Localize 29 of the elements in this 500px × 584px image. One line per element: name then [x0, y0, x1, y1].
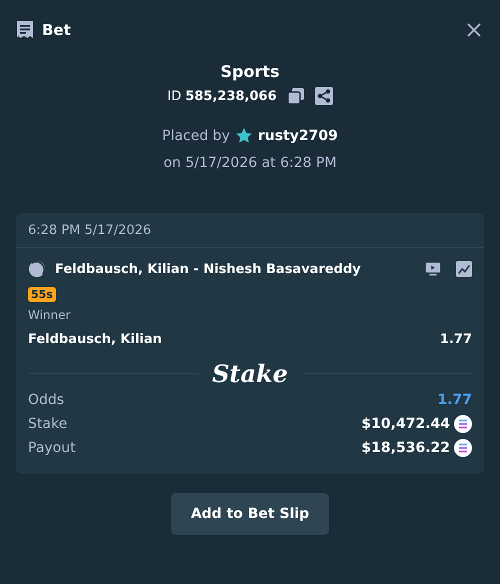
- summary-value: 1.77: [437, 392, 472, 408]
- event-name[interactable]: Feldbausch, Kilian - Nishesh Basavareddy: [55, 262, 410, 276]
- copy-icon[interactable]: [286, 87, 305, 105]
- bet-time: 6:28 PM 5/17/2026: [16, 213, 484, 248]
- market-name: Winner: [28, 308, 72, 322]
- selection-odds: 1.77: [440, 332, 472, 347]
- coin-icon: [454, 415, 472, 433]
- receipt-icon: [16, 20, 34, 40]
- add-to-bet-slip-button[interactable]: Add to Bet Slip: [170, 493, 330, 535]
- dialog-title: Bet: [42, 21, 72, 39]
- selection-name: Feldbausch, Kilian: [28, 332, 162, 347]
- star-icon: [234, 127, 253, 145]
- coin-icon: [454, 439, 472, 457]
- chart-icon[interactable]: [456, 261, 472, 277]
- summary-value: $10,472.44: [361, 416, 450, 432]
- bet-id: ID 585,238,066: [167, 88, 277, 104]
- share-icon[interactable]: [314, 87, 333, 105]
- summary-label: Stake: [28, 416, 68, 432]
- placed-by-label: Placed by: [162, 128, 230, 144]
- brand-logo: Stake: [212, 359, 288, 388]
- video-icon[interactable]: [425, 261, 441, 277]
- username[interactable]: rusty2709: [258, 128, 338, 144]
- close-icon[interactable]: [466, 22, 482, 38]
- summary-label: Payout: [28, 440, 76, 456]
- live-badge: 55s: [28, 287, 56, 302]
- summary-value: $18,536.22: [361, 440, 450, 456]
- bet-category: Sports: [220, 62, 280, 81]
- placed-date: on 5/17/2026 at 6:28 PM: [163, 155, 337, 171]
- summary-label: Odds: [28, 392, 64, 408]
